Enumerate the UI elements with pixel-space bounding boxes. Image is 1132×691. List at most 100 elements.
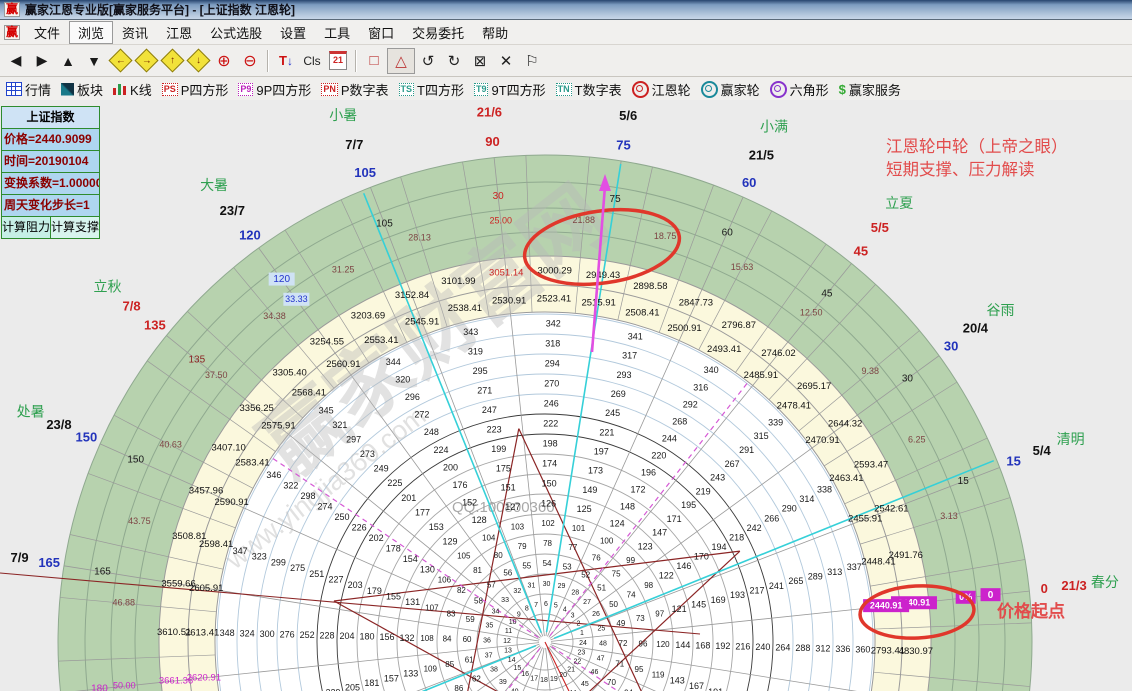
menu-item-设置[interactable]: 设置 xyxy=(271,21,315,44)
svg-text:179: 179 xyxy=(367,586,382,596)
price-field: 价格=2440.9099 xyxy=(2,129,99,151)
svg-text:295: 295 xyxy=(473,366,488,376)
cross-tool-button[interactable]: ✕ xyxy=(493,49,519,73)
page-next-button[interactable]: ▶ xyxy=(29,49,55,73)
svg-text:220: 220 xyxy=(651,450,666,460)
bankuai-button[interactable]: 板块 xyxy=(61,80,103,99)
svg-text:37: 37 xyxy=(485,652,493,659)
svg-text:143: 143 xyxy=(670,676,685,686)
svg-text:29: 29 xyxy=(558,583,566,590)
page-prev-button[interactable]: ◀ xyxy=(3,49,29,73)
calc-support-button[interactable]: 计算支撑 xyxy=(51,217,99,238)
svg-text:60: 60 xyxy=(742,175,756,190)
hangqing-button[interactable]: 行情 xyxy=(6,80,51,99)
svg-text:199: 199 xyxy=(491,444,506,454)
svg-text:336: 336 xyxy=(835,644,850,654)
draw-triangle-button[interactable]: △ xyxy=(387,47,415,74)
svg-text:120: 120 xyxy=(656,640,670,649)
svg-text:202: 202 xyxy=(369,533,384,543)
svg-text:242: 242 xyxy=(747,523,762,533)
kline-button[interactable]: K线 xyxy=(113,80,152,99)
shift-up-button[interactable]: ↑ xyxy=(159,48,185,73)
svg-text:17: 17 xyxy=(530,675,538,682)
svg-text:150: 150 xyxy=(542,478,557,488)
gann-wheel-canvas[interactable]: 赢家财富网www.yingjia360.comQQ:10080036012345… xyxy=(0,100,1132,691)
svg-text:19: 19 xyxy=(550,676,558,683)
svg-text:338: 338 xyxy=(817,485,832,495)
svg-text:196: 196 xyxy=(641,468,656,478)
cls-button[interactable]: Cls xyxy=(299,49,325,73)
box-select-button[interactable]: ⊠ xyxy=(467,49,493,73)
p-table-button[interactable]: PN P数字表 xyxy=(321,80,389,99)
svg-text:江恩轮中轮（上帝之眼）: 江恩轮中轮（上帝之眼） xyxy=(886,137,1068,156)
svg-text:107: 107 xyxy=(425,604,439,613)
t-table-button[interactable]: TN T数字表 xyxy=(555,80,622,99)
shift-down-button[interactable]: ↓ xyxy=(185,48,211,73)
svg-text:79: 79 xyxy=(518,542,527,551)
calendar-button[interactable]: 21 xyxy=(325,49,351,73)
svg-text:193: 193 xyxy=(730,590,745,600)
svg-text:34: 34 xyxy=(492,609,500,616)
svg-text:313: 313 xyxy=(827,567,842,577)
svg-text:3.13: 3.13 xyxy=(940,511,958,521)
svg-text:252: 252 xyxy=(300,630,315,640)
menu-item-文件[interactable]: 文件 xyxy=(25,21,69,44)
svg-text:3000.29: 3000.29 xyxy=(538,266,572,277)
menu-item-窗口[interactable]: 窗口 xyxy=(359,21,403,44)
shift-right-button[interactable]: → xyxy=(133,48,159,73)
menu-item-工具[interactable]: 工具 xyxy=(315,21,359,44)
svg-text:133: 133 xyxy=(403,669,418,679)
svg-text:40.63: 40.63 xyxy=(159,439,182,449)
svg-text:96: 96 xyxy=(639,640,648,649)
winner-wheel-button[interactable]: 赢家轮 xyxy=(700,80,760,99)
zoom-in-button[interactable]: ⊕ xyxy=(211,49,237,73)
svg-text:128: 128 xyxy=(472,515,487,525)
svg-text:28.13: 28.13 xyxy=(408,232,431,242)
svg-text:50.00: 50.00 xyxy=(113,681,136,691)
p-square-button[interactable]: PS P四方形 xyxy=(161,80,228,99)
svg-text:225: 225 xyxy=(387,478,402,488)
menu-item-资讯[interactable]: 资讯 xyxy=(113,21,157,44)
hexagon-label: 六角形 xyxy=(789,82,829,98)
svg-text:12.50: 12.50 xyxy=(800,308,823,318)
svg-text:197: 197 xyxy=(594,447,609,457)
zoom-out-button[interactable]: ⊖ xyxy=(237,49,263,73)
flag-tool-button[interactable]: ⚐ xyxy=(519,49,545,73)
svg-text:75: 75 xyxy=(610,194,622,205)
svg-text:43.75: 43.75 xyxy=(128,516,151,526)
shift-left-button[interactable]: ← xyxy=(107,48,133,73)
t-square-button[interactable]: TS T四方形 xyxy=(398,80,464,99)
gann-wheel-button[interactable]: 江恩轮 xyxy=(631,80,691,99)
flip-up-button[interactable]: ▲ xyxy=(55,49,81,73)
menu-item-浏览[interactable]: 浏览 xyxy=(69,20,114,44)
rotate-ccw-button[interactable]: ↺ xyxy=(415,49,441,73)
svg-text:2463.41: 2463.41 xyxy=(829,473,863,484)
svg-text:95: 95 xyxy=(635,665,644,674)
9t-square-icon: T9 xyxy=(473,82,489,96)
flip-down-button[interactable]: ▼ xyxy=(81,49,107,73)
menu-item-交易委托[interactable]: 交易委托 xyxy=(403,21,473,44)
svg-text:244: 244 xyxy=(662,433,677,443)
svg-text:177: 177 xyxy=(415,507,430,517)
svg-text:122: 122 xyxy=(659,571,674,581)
svg-text:2575.91: 2575.91 xyxy=(261,421,295,432)
winner-service-button[interactable]: $ 赢家服务 xyxy=(839,80,901,99)
hexagon-button[interactable]: 六角形 xyxy=(769,80,829,99)
9p-square-icon: P9 xyxy=(238,82,254,96)
app-window: 赢 赢家江恩专业版[赢家服务平台] - [上证指数 江恩轮] 赢 文件 浏览 资讯江… xyxy=(0,0,1132,691)
rotate-cw-button[interactable]: ↻ xyxy=(441,49,467,73)
9t-square-button[interactable]: T9 9T四方形 xyxy=(473,80,546,99)
gann-wheel-drawing: 赢家财富网www.yingjia360.comQQ:10080036012345… xyxy=(0,100,1132,691)
svg-text:347: 347 xyxy=(233,546,248,556)
draw-square-button[interactable]: □ xyxy=(361,49,387,73)
t-axis-button[interactable]: T ↓ xyxy=(273,49,299,73)
svg-text:289: 289 xyxy=(808,571,823,581)
svg-text:264: 264 xyxy=(775,643,790,653)
svg-text:2538.41: 2538.41 xyxy=(448,303,482,314)
menu-item-江恩[interactable]: 江恩 xyxy=(157,21,201,44)
9p-square-button[interactable]: P9 9P四方形 xyxy=(238,80,311,99)
calc-resistance-button[interactable]: 计算阻力 xyxy=(2,217,51,238)
menu-item-公式选股[interactable]: 公式选股 xyxy=(201,21,271,44)
menu-item-帮助[interactable]: 帮助 xyxy=(473,21,517,44)
svg-text:178: 178 xyxy=(386,543,401,553)
